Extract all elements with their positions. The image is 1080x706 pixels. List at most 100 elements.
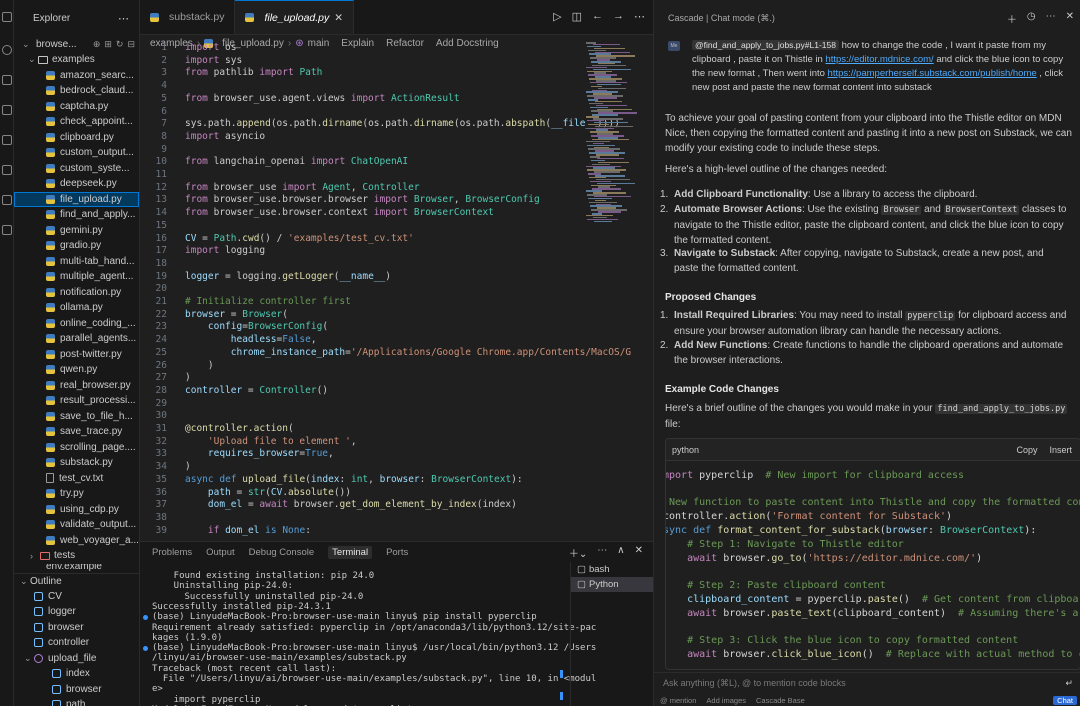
file-item[interactable]: save_to_file_h... [14, 409, 139, 425]
folder-tests[interactable]: › tests [14, 548, 139, 564]
extensions-icon[interactable] [2, 165, 12, 175]
outline-item[interactable]: browser [14, 682, 139, 698]
link-mdnice[interactable]: https://editor.mdnice.com/ [825, 54, 933, 65]
more-actions-icon[interactable]: ⋯ [597, 545, 607, 560]
file-item[interactable]: custom_output... [14, 145, 139, 161]
file-item[interactable]: result_processi... [14, 393, 139, 409]
file-item[interactable]: ollama.py [14, 300, 139, 316]
chat-mode-button[interactable]: Chat [1053, 696, 1077, 705]
run-icon[interactable]: ▷ [553, 10, 561, 23]
more-actions-icon[interactable]: ⋯ [1046, 11, 1056, 26]
tab-output[interactable]: Output [206, 547, 235, 558]
outline-item[interactable]: browser [14, 620, 139, 636]
file-item[interactable]: amazon_searc... [14, 68, 139, 84]
file-item[interactable]: qwen.py [14, 362, 139, 378]
tab-file-upload[interactable]: file_upload.py ✕ [235, 0, 355, 34]
file-item[interactable]: bedrock_claud... [14, 83, 139, 99]
file-item[interactable]: post-twitter.py [14, 347, 139, 363]
docker-icon[interactable] [2, 225, 12, 235]
history-icon[interactable]: ◷ [1027, 11, 1036, 26]
tab-debug-console[interactable]: Debug Console [249, 547, 315, 558]
codelens-refactor[interactable]: Refactor [386, 38, 424, 49]
file-item[interactable]: test_cv.txt [14, 471, 139, 487]
more-actions-icon[interactable]: ⋯ [118, 12, 129, 25]
tab-ports[interactable]: Ports [386, 547, 408, 558]
forward-icon[interactable]: → [613, 10, 624, 23]
link-substack[interactable]: https://pamperherself.substack.com/publi… [828, 68, 1037, 79]
add-icon[interactable]: ＋ [1007, 11, 1017, 26]
terminal-item-python[interactable]: ▢ Python [571, 577, 653, 592]
close-icon[interactable]: ✕ [1066, 11, 1074, 26]
outline-item[interactable]: ⌄ upload_file [14, 651, 139, 667]
file-item[interactable]: scrolling_page.... [14, 440, 139, 456]
file-item[interactable]: file_upload.py [14, 191, 139, 207]
terminal-scrollbar[interactable] [560, 670, 563, 678]
refresh-icon[interactable]: ↻ [116, 39, 124, 50]
split-editor-icon[interactable]: ◫ [572, 10, 582, 23]
new-folder-icon[interactable]: ⊞ [104, 39, 112, 50]
file-item[interactable]: gradio.py [14, 238, 139, 254]
codelens-add-docstring[interactable]: Add Docstring [436, 38, 499, 49]
outline-section-header[interactable]: ⌄ Outline [14, 572, 139, 589]
file-item[interactable]: online_coding_... [14, 316, 139, 332]
back-icon[interactable]: ← [592, 10, 603, 23]
model-selector[interactable]: Cascade Base [756, 696, 805, 705]
source-control-icon[interactable] [2, 75, 12, 85]
file-item[interactable]: validate_output... [14, 517, 139, 533]
tab-substack[interactable]: substack.py [140, 0, 236, 34]
file-item[interactable]: check_appoint... [14, 114, 139, 130]
command-decoration-icon[interactable] [143, 646, 148, 652]
close-icon[interactable]: ✕ [334, 12, 343, 24]
file-item[interactable]: find_and_apply... [14, 207, 139, 223]
file-mention-chip[interactable]: @find_and_apply_to_jobs.py#L1-158 [692, 40, 839, 50]
file-item[interactable]: substack.py [14, 455, 139, 471]
outline-item[interactable]: path [14, 697, 139, 706]
add-images-button[interactable]: Add images [706, 696, 746, 705]
minimap[interactable] [578, 42, 653, 541]
new-file-icon[interactable]: ⊕ [93, 39, 101, 50]
file-item[interactable]: clipboard.py [14, 130, 139, 146]
outline-item[interactable]: CV [14, 589, 139, 605]
close-panel-icon[interactable]: ✕ [635, 545, 643, 560]
file-item[interactable]: notification.py [14, 285, 139, 301]
outline-item[interactable]: logger [14, 604, 139, 620]
terminal-item-bash[interactable]: ▢ bash [571, 562, 653, 577]
chat-input[interactable]: Ask anything (⌘L), @ to mention code blo… [654, 672, 1080, 694]
terminal-scrollbar[interactable] [560, 692, 563, 700]
maximize-panel-icon[interactable]: ∧ [617, 545, 624, 560]
file-item[interactable]: using_cdp.py [14, 502, 139, 518]
copy-button[interactable]: Copy [1016, 445, 1037, 455]
collapse-all-icon[interactable]: ⊟ [127, 39, 135, 50]
insert-button[interactable]: Insert [1049, 445, 1072, 455]
file-item[interactable]: save_trace.py [14, 424, 139, 440]
tab-terminal[interactable]: Terminal [328, 545, 373, 559]
command-decoration-icon[interactable] [143, 615, 148, 621]
file-item[interactable]: multiple_agent... [14, 269, 139, 285]
file-env-example[interactable]: env.example [14, 564, 139, 573]
file-item[interactable]: real_browser.py [14, 378, 139, 394]
file-item[interactable]: parallel_agents... [14, 331, 139, 347]
remote-explorer-icon[interactable] [2, 135, 12, 145]
file-item[interactable]: web_voyager_a... [14, 533, 139, 549]
testing-icon[interactable] [2, 195, 12, 205]
file-item[interactable]: try.py [14, 486, 139, 502]
file-item[interactable]: captcha.py [14, 99, 139, 115]
send-icon[interactable]: ↵ [1065, 678, 1073, 689]
more-actions-icon[interactable]: ⋯ [634, 10, 645, 23]
file-item[interactable]: multi-tab_hand... [14, 254, 139, 270]
mention-button[interactable]: @ mention [660, 696, 696, 705]
breadcrumb-item[interactable]: main [308, 38, 330, 49]
file-item[interactable]: gemini.py [14, 223, 139, 239]
new-terminal-icon[interactable]: ＋⌄ [569, 545, 587, 560]
file-item[interactable]: deepseek.py [14, 176, 139, 192]
search-icon[interactable] [2, 45, 12, 55]
workspace-root[interactable]: ⌄ browse... ⊕ ⊞ ↻ ⊟ [14, 36, 139, 52]
folder-examples[interactable]: ⌄ examples [14, 52, 139, 68]
outline-item[interactable]: controller [14, 635, 139, 651]
file-item[interactable]: custom_syste... [14, 161, 139, 177]
outline-item[interactable]: index [14, 666, 139, 682]
tab-problems[interactable]: Problems [152, 547, 192, 558]
run-debug-icon[interactable] [2, 105, 12, 115]
explorer-icon[interactable] [2, 12, 12, 22]
codelens-explain[interactable]: Explain [341, 38, 374, 49]
